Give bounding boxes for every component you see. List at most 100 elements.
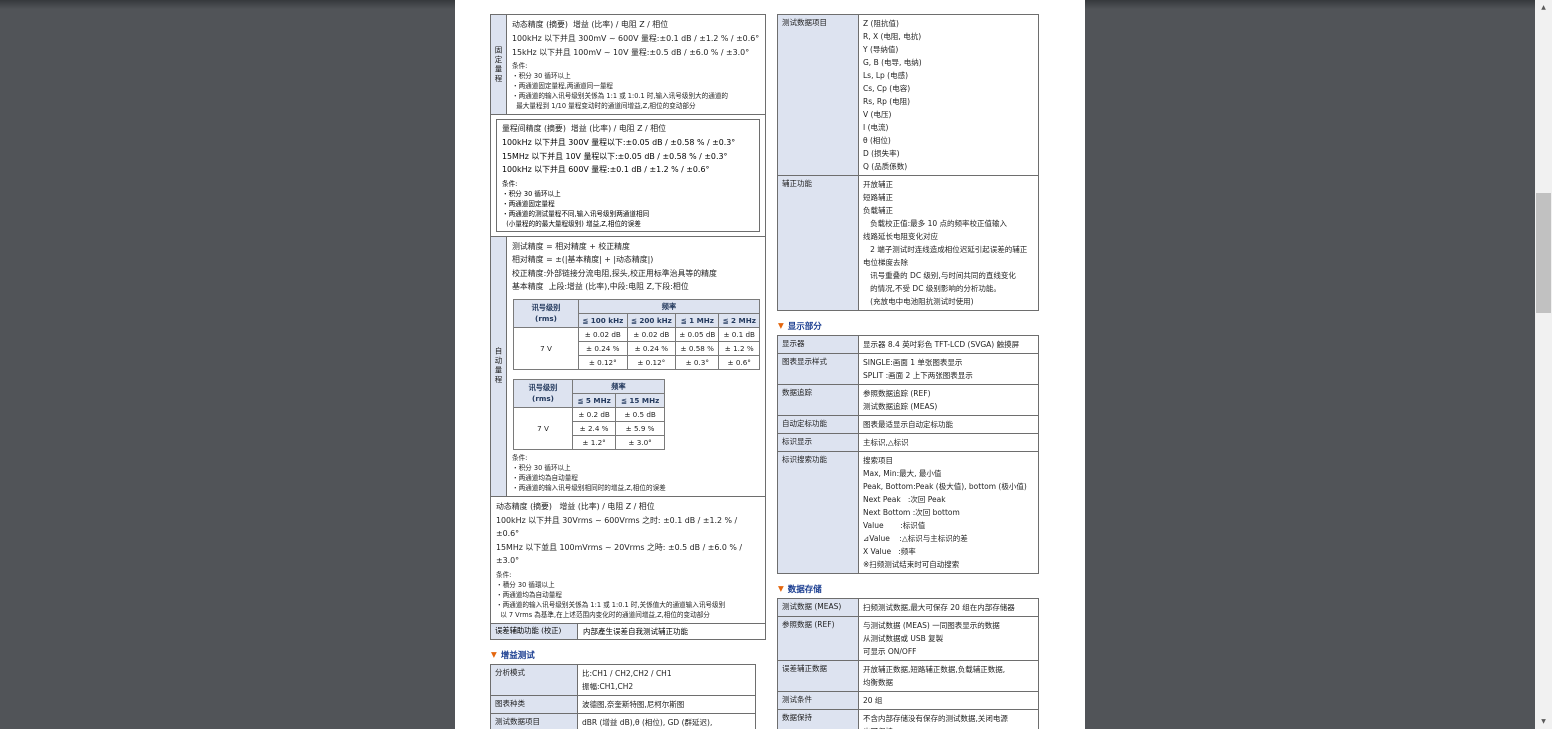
inter-range-cell: 量程间精度 (摘要) 增益 (比率) / 电阻 Z / 相位 100kHz 以下… [491,115,766,237]
table-row: 标识显示 主标识,△标识 [778,434,1039,452]
dynamic-accuracy-specs: 100kHz 以下并且 30Vrms ~ 600Vrms 之时: ±0.1 dB… [496,514,760,568]
section-header-display: ▼ 显示部分 [778,320,1039,332]
section-title: 增益测试 [501,649,535,661]
dynamic-accuracy-specs: 100kHz 以下并且 300mV ~ 600V 量程:±0.1 dB / ±1… [512,32,760,59]
auto-dynamic-accuracy-cell: 动态精度 (摘要) 增益 (比率) / 电阻 Z / 相位 100kHz 以下并… [491,496,766,623]
row-value: 参照数据追踪 (REF)测试数据追踪 (MEAS) [859,385,1039,416]
frequency-accuracy-table-b: 讯号级别 (rms) 频率 ≦ 5 MHz ≦ 15 MHz 7 V ± 0.2… [513,379,665,450]
signal-level-unit: (rms) [516,393,570,404]
vertical-scrollbar[interactable]: ▲ ▼ [1535,0,1552,729]
row-label: 测试数据项目 [778,15,859,176]
row-label: 测试条件 [778,692,859,710]
auto-range-formulas: 测试精度 = 相对精度 + 校正精度相对精度 = ±(|基本精度| + |动态精… [512,240,760,294]
section-header-data-storage: ▼ 数据存储 [778,583,1039,595]
conditions-title: 条件: [502,179,754,189]
table-row: 讯号级别 (rms) 频率 [514,299,760,313]
table-row: 动态精度 (摘要) 增益 (比率) / 电阻 Z / 相位 100kHz 以下并… [491,496,766,623]
row-label: 测试数据 (MEAS) [778,599,859,617]
frequency-header: 频率 [579,299,760,313]
auto-range-content: 测试精度 = 相对精度 + 校正精度相对精度 = ±(|基本精度| + |动态精… [507,236,766,496]
conditions-title: 条件: [512,61,760,71]
value-cell: ± 0.58 % [676,341,719,355]
value-cell: ± 0.02 dB [579,327,628,341]
row-value: dBR (增益 dB),θ (相位), GD (群延迟),R (增益绝对值 / … [578,713,756,729]
row-label: 辅正功能 [778,176,859,311]
measurement-items-table: 测试数据项目 Z (阻抗值)R, X (电阻, 电抗)Y (导纳值)G, B (… [777,14,1039,311]
left-column: 固定量程 动态精度 (摘要) 增益 (比率) / 电阻 Z / 相位 100kH… [490,14,756,729]
value-cell: ± 2.4 % [573,421,616,435]
row-value: 20 组 [859,692,1039,710]
data-storage-table: 测试数据 (MEAS) 扫频测试数据,最大可保存 20 组在内部存储器 参照数据… [777,598,1039,729]
row-value: 开放辅正数据,短路辅正数据,负载辅正数据,均衡数据 [859,661,1039,692]
table-row: 标识搜索功能 搜索项目Max, Min:最大, 最小值Peak, Bottom:… [778,452,1039,574]
row-label: 标识显示 [778,434,859,452]
section-marker-icon: ▼ [778,322,784,330]
value-cell: ± 0.02 dB [627,327,676,341]
section-title: 数据存储 [788,583,822,595]
table-row: 参照数据 (REF) 与测试数据 (MEAS) 一同图表显示的数据从测试数据或 … [778,617,1039,661]
row-value: 扫频测试数据,最大可保存 20 组在内部存储器 [859,599,1039,617]
accuracy-spec-table: 固定量程 动态精度 (摘要) 增益 (比率) / 电阻 Z / 相位 100kH… [490,14,766,640]
row-value: 搜索项目Max, Min:最大, 最小值Peak, Bottom:Peak (极… [859,452,1039,574]
col-header: ≦ 200 kHz [627,313,676,327]
signal-level-label: 讯号级别 [516,382,570,393]
document-page: 固定量程 动态精度 (摘要) 增益 (比率) / 电阻 Z / 相位 100kH… [455,0,1085,729]
frequency-header: 频率 [573,379,665,393]
table-row: 图表显示样式 SINGLE:画面 1 单张图表显示SPLIT :画面 2 上下两… [778,354,1039,385]
value-cell: ± 0.3° [676,355,719,369]
signal-level-header: 讯号级别 (rms) [514,379,573,407]
value-cell: ± 1.2° [573,435,616,449]
table-row: 自动定标功能 图表最适显示自动定标功能 [778,416,1039,434]
table-row: 误差辅助功能 (校正) 内部產生误差自我测试辅正功能 [491,623,766,639]
error-correction-row: 误差辅助功能 (校正) 内部產生误差自我测试辅正功能 [491,623,766,639]
section-marker-icon: ▼ [491,651,497,659]
gain-test-table: 分析模式 比:CH1 / CH2,CH2 / CH1振幅:CH1,CH2 图表种… [490,664,756,729]
table-row: 误差辅正数据 开放辅正数据,短路辅正数据,负载辅正数据,均衡数据 [778,661,1039,692]
row-value: 比:CH1 / CH2,CH2 / CH1振幅:CH1,CH2 [578,664,756,695]
row-label: 数据追踪 [778,385,859,416]
right-column: 测试数据项目 Z (阻抗值)R, X (电阻, 电抗)Y (导纳值)G, B (… [777,14,1039,729]
signal-level-header: 讯号级别 (rms) [514,299,579,327]
section-header-gain-test: ▼ 增益测试 [491,649,756,661]
value-cell: ± 0.12° [627,355,676,369]
auto-range-label: 自动量程 [491,347,506,385]
row-header: 7 V [514,327,579,369]
signal-level-unit: (rms) [516,313,576,324]
row-label: 参照数据 (REF) [778,617,859,661]
table-row: 讯号级别 (rms) 频率 [514,379,665,393]
inter-range-box: 量程间精度 (摘要) 增益 (比率) / 电阻 Z / 相位 100kHz 以下… [496,119,760,232]
row-label: 测试数据项目 [491,713,578,729]
row-label: 标识搜索功能 [778,452,859,574]
fixed-range-label-cell: 固定量程 [491,15,507,115]
inter-range-title: 量程间精度 (摘要) 增益 (比率) / 电阻 Z / 相位 [502,122,754,136]
row-value: 波德图,奈奎斯特图,尼柯尔斯图 [578,695,756,713]
table-row: 辅正功能 开放辅正短路辅正负载辅正 负载校正值:最多 10 点的频率校正值输入线… [778,176,1039,311]
row-value: 图表最适显示自动定标功能 [859,416,1039,434]
table-row: 测试数据 (MEAS) 扫频测试数据,最大可保存 20 组在内部存储器 [778,599,1039,617]
display-table: 显示器 显示器 8.4 英吋彩色 TFT-LCD (SVGA) 触摸屏 图表显示… [777,335,1039,574]
auto-range-label-cell: 自动量程 [491,236,507,496]
dynamic-accuracy-title: 动态精度 (摘要) 增益 (比率) / 电阻 Z / 相位 [496,500,760,514]
col-header: ≦ 100 kHz [579,313,628,327]
row-label: 误差辅正数据 [778,661,859,692]
signal-level-label: 讯号级别 [516,302,576,313]
row-value: 与测试数据 (MEAS) 一同图表显示的数据从测试数据或 USB 复製可显示 O… [859,617,1039,661]
scrollbar-thumb[interactable] [1536,193,1551,313]
scroll-up-icon[interactable]: ▲ [1535,0,1552,15]
col-header: ≦ 1 MHz [676,313,719,327]
row-label: 图表种类 [491,695,578,713]
row-label: 自动定标功能 [778,416,859,434]
inter-range-specs: 100kHz 以下并且 300V 量程以下:±0.05 dB / ±0.58 %… [502,136,754,177]
frequency-accuracy-table-a: 讯号级别 (rms) 频率 ≦ 100 kHz ≦ 200 kHz ≦ 1 MH… [513,299,760,370]
row-label: 分析模式 [491,664,578,695]
table-row: 测试数据项目 dBR (增益 dB),θ (相位), GD (群延迟),R (增… [491,713,756,729]
section-marker-icon: ▼ [778,585,784,593]
fixed-range-label: 固定量程 [491,46,506,84]
table-row: 7 V ± 0.02 dB ± 0.02 dB ± 0.05 dB ± 0.1 … [514,327,760,341]
value-cell: ± 0.24 % [627,341,676,355]
scroll-down-icon[interactable]: ▼ [1535,714,1552,729]
row-value: SINGLE:画面 1 单张图表显示SPLIT :画面 2 上下两张图表显示 [859,354,1039,385]
row-label: 数据保持 [778,710,859,729]
row-value: 主标识,△标识 [859,434,1039,452]
dynamic-accuracy-title: 动态精度 (摘要) 增益 (比率) / 电阻 Z / 相位 [512,18,760,32]
